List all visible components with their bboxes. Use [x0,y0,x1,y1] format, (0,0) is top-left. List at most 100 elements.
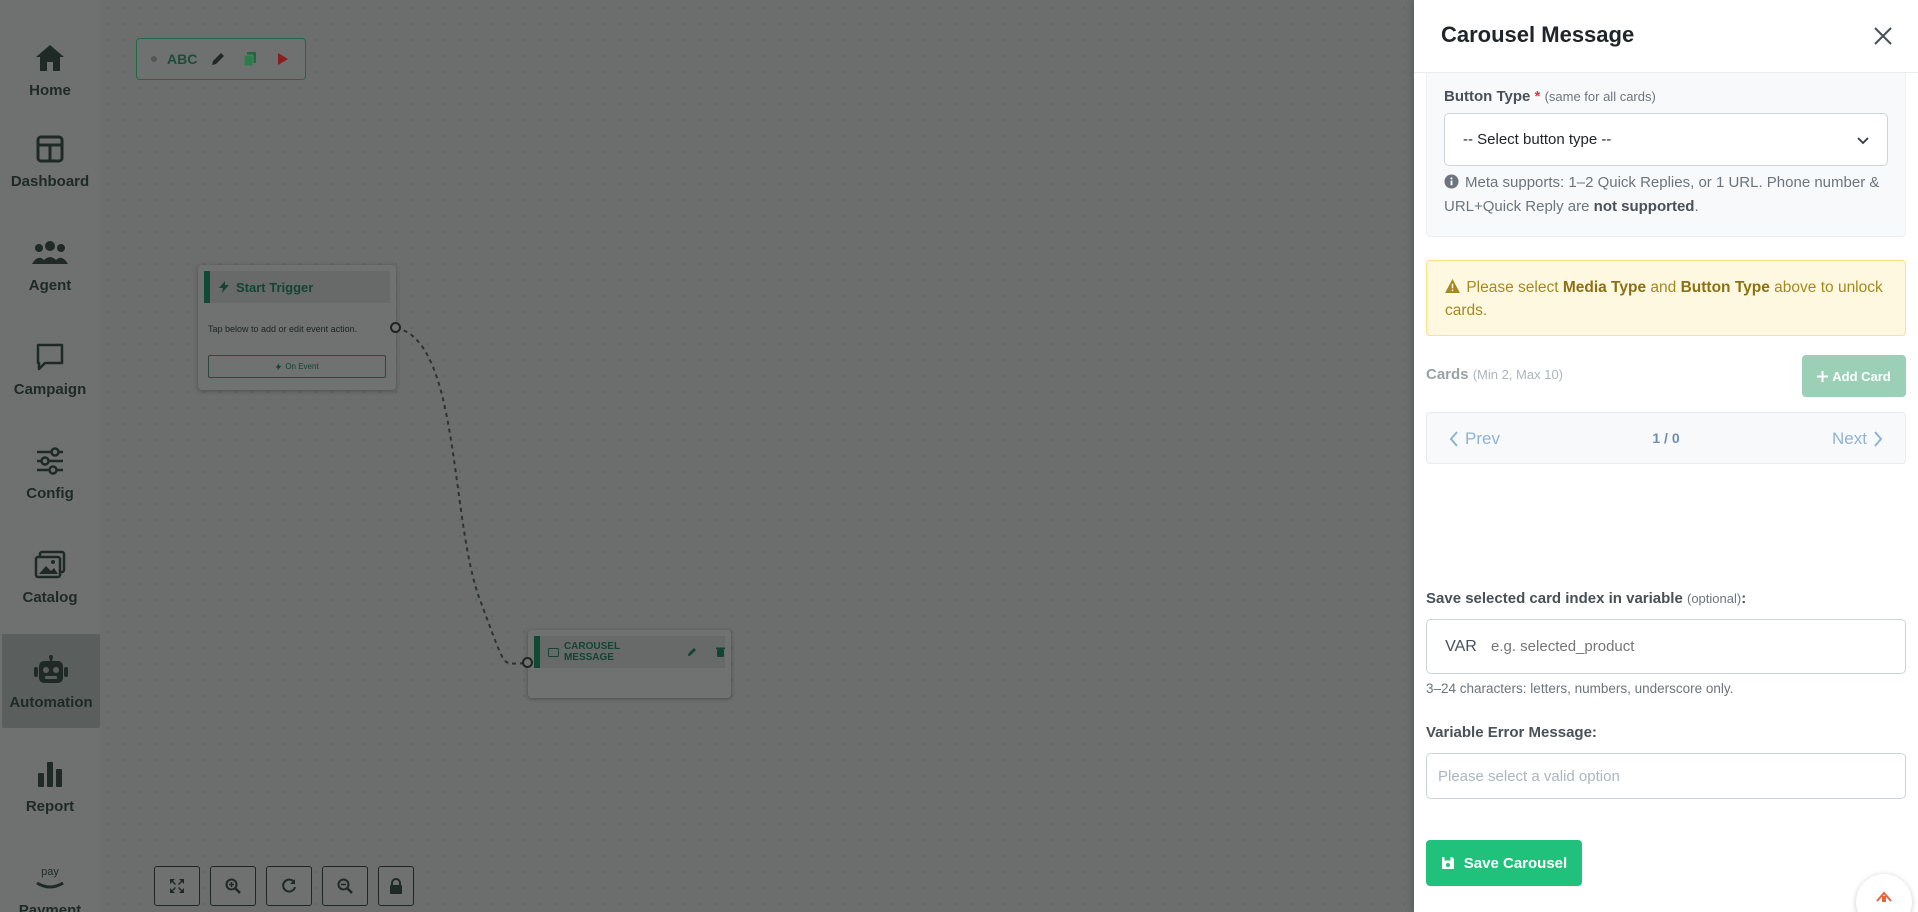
sidebar-item-label: Automation [9,693,93,711]
variable-label: Save selected card index in variable (op… [1426,590,1746,607]
carousel-settings-panel: Carousel Message Button Type * (same for… [1414,0,1918,912]
svg-text:pay: pay [41,866,59,878]
sidebar-item-label: Catalog [22,588,78,606]
scroll-top-button[interactable] [1856,874,1912,912]
button-type-info: Meta supports: 1–2 Quick Replies, or 1 U… [1444,171,1894,219]
sidebar-item-home[interactable]: Home [0,22,100,116]
close-icon [1874,27,1892,45]
next-label: Next [1832,429,1867,448]
variable-label-text: Save selected card index in variable [1426,590,1683,607]
node-title: Start Trigger [236,279,314,295]
sidebar-item-agent[interactable]: Agent [0,217,100,311]
cards-label: Cards (Min 2, Max 10) [1426,366,1563,383]
cards-hint: (Min 2, Max 10) [1472,367,1564,382]
warning-button-type: Button Type [1680,279,1770,296]
plus-icon [1817,370,1829,382]
info-icon [1444,174,1459,189]
chevron-right-icon [1874,431,1883,447]
save-icon [1441,857,1454,869]
sidebar-item-label: Dashboard [10,172,90,190]
carousel-icon [548,647,559,657]
sidebar-item-catalog[interactable]: Catalog [0,529,100,623]
node-description: Tap below to add or edit event action. [208,324,358,334]
lock-button[interactable] [378,866,414,906]
trash-icon[interactable] [716,647,725,657]
warning-icon [1445,279,1460,293]
bar-chart-icon [32,756,68,792]
sidebar-item-report[interactable]: Report [0,738,100,832]
node-header: Start Trigger [204,271,390,303]
start-trigger-node[interactable]: Start Trigger Tap below to add or edit e… [198,265,401,390]
sidebar-item-label: Home [29,81,71,99]
cards-label-text: Cards [1426,366,1469,383]
button-type-label-text: Button Type [1444,88,1531,105]
button-type-hint: (same for all cards) [1544,89,1656,104]
unlock-cards-warning: Please select Media Type and Button Type… [1426,260,1906,336]
input-port[interactable] [522,657,533,668]
variable-help-text: 3–24 characters: letters, numbers, under… [1426,681,1734,696]
error-message-label: Variable Error Message: [1426,724,1597,741]
sliders-icon [32,443,68,479]
sidebar-item-automation[interactable]: Automation [2,634,100,728]
card-pager: Prev 1 / 0 Next [1426,412,1906,464]
warning-media-type: Media Type [1562,279,1647,296]
reset-button[interactable] [266,866,312,906]
sidebar-item-campaign[interactable]: Campaign [0,321,100,415]
connection-line [395,327,529,665]
warning-and: and [1650,279,1677,296]
sidebar-item-label: Config [26,484,74,502]
add-card-label: Add Card [1832,368,1891,384]
sidebar-item-label: Report [25,797,75,815]
sidebar-item-label: Payment [18,901,82,912]
variable-input[interactable] [1491,638,1905,655]
arrow-up-icon [1876,891,1892,902]
on-event-label: On Event [285,362,319,371]
canvas-controls [154,866,414,906]
error-message-input[interactable]: Please select a valid option [1426,753,1906,799]
users-icon [32,235,68,271]
next-card-button[interactable]: Next [1832,429,1883,449]
sidebar-item-label: Agent [28,276,72,294]
zoom-out-button[interactable] [322,866,368,906]
chevron-down-icon [1857,137,1869,145]
sidebar-item-config[interactable]: Config [0,425,100,519]
button-type-selected: -- Select button type -- [1463,131,1612,148]
close-button[interactable] [1869,22,1897,50]
zoom-in-button[interactable] [210,866,256,906]
node-title: CAROUSEL MESSAGE [563,641,620,663]
variable-optional: (optional) [1686,591,1742,606]
sidebar-item-dashboard[interactable]: Dashboard [0,113,100,207]
zoom-out-icon [337,878,353,894]
variable-input-group: VAR [1426,619,1906,674]
robot-icon [33,652,69,688]
node-header: CAROUSEL MESSAGE [534,636,725,668]
flow-canvas[interactable]: ABC Start Trigger Tap below to add or ed… [100,0,1414,912]
sidebar-item-label: Campaign [13,380,87,398]
info-end: . [1694,198,1699,215]
edit-icon[interactable] [687,647,697,657]
warning-prefix: Please select [1466,279,1559,296]
expand-icon [170,879,184,893]
carousel-message-node[interactable]: CAROUSEL MESSAGE [522,630,731,698]
required-mark: * [1534,88,1541,105]
add-card-button[interactable]: Add Card [1802,355,1906,397]
sidebar: Home Dashboard Agent Campaign Config Cat… [0,0,100,912]
on-event-button[interactable]: On Event [208,355,386,378]
save-carousel-label: Save Carousel [1463,854,1568,872]
output-port[interactable] [390,322,401,333]
var-prefix: VAR [1445,637,1477,655]
dashboard-icon [32,131,68,167]
bolt-icon [219,281,229,293]
refresh-icon [282,878,296,893]
info-bold: not supported [1593,198,1695,215]
button-type-select[interactable]: -- Select button type -- [1444,113,1888,166]
variable-colon: : [1741,590,1747,607]
bolt-icon [275,363,282,370]
sidebar-item-payment[interactable]: pay Payment [0,842,100,912]
lock-icon [390,878,402,894]
chat-icon [32,339,68,375]
save-carousel-button[interactable]: Save Carousel [1426,840,1582,886]
button-type-label: Button Type * (same for all cards) [1444,88,1656,105]
fit-view-button[interactable] [154,866,200,906]
image-icon [32,547,68,583]
